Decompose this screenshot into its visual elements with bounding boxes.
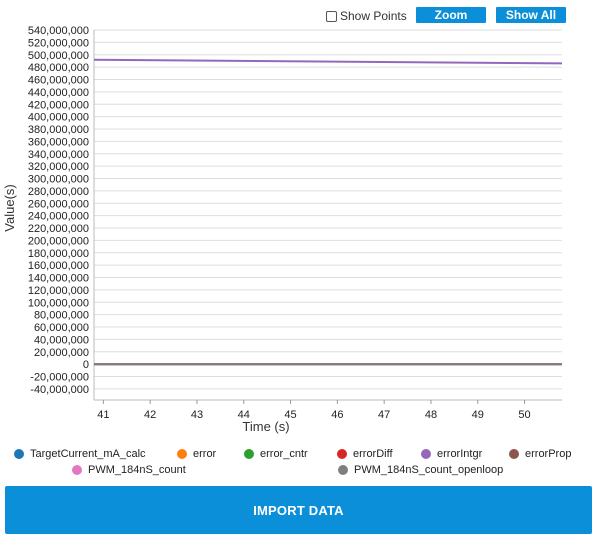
legend-item-errorProp[interactable]: errorProp bbox=[509, 446, 571, 462]
show-all-button[interactable]: Show All bbox=[496, 7, 566, 23]
show-points-label: Show Points bbox=[340, 9, 407, 23]
y-axis-label: Value(s) bbox=[2, 184, 17, 231]
y-tick-label: 420,000,000 bbox=[28, 99, 89, 111]
y-tick-label: 500,000,000 bbox=[28, 50, 89, 62]
legend-swatch bbox=[421, 449, 431, 459]
y-tick-label: 400,000,000 bbox=[28, 112, 89, 124]
legend-item-PWM_184nS_count[interactable]: PWM_184nS_count bbox=[72, 462, 186, 478]
y-tick-label: 280,000,000 bbox=[28, 186, 89, 198]
y-tick-label: 20,000,000 bbox=[34, 347, 89, 359]
series-lines bbox=[93, 58, 563, 366]
series-line-errorIntgr bbox=[93, 58, 563, 65]
y-tick-label: -40,000,000 bbox=[30, 384, 89, 396]
legend-item-error[interactable]: error bbox=[177, 446, 216, 462]
y-tick-label: 380,000,000 bbox=[28, 124, 89, 136]
legend-item-errorDiff[interactable]: errorDiff bbox=[337, 446, 393, 462]
legend-label: error bbox=[193, 448, 217, 460]
legend-swatch bbox=[509, 449, 519, 459]
x-tick-label: 47 bbox=[378, 409, 390, 421]
x-tick-label: 49 bbox=[472, 409, 484, 421]
y-tick-label: 520,000,000 bbox=[28, 37, 89, 49]
legend-item-error_cntr[interactable]: error_cntr bbox=[244, 446, 308, 462]
import-data-button[interactable]: IMPORT DATA bbox=[5, 486, 592, 534]
y-tick-label: 40,000,000 bbox=[34, 334, 89, 346]
zoom-button[interactable]: Zoom bbox=[416, 7, 486, 23]
y-tick-label: 220,000,000 bbox=[28, 223, 89, 235]
legend-swatch bbox=[244, 449, 254, 459]
chart-legend: TargetCurrent_mA_calc error error_cntr erro… bbox=[0, 444, 596, 478]
y-tick-label: 340,000,000 bbox=[28, 149, 89, 161]
y-tick-label: 440,000,000 bbox=[28, 87, 89, 99]
legend-swatch bbox=[177, 449, 187, 459]
line-chart[interactable]: 540,000,000520,000,000500,000,000480,000… bbox=[0, 24, 596, 444]
y-tick-label: 260,000,000 bbox=[28, 198, 89, 210]
legend-swatch bbox=[337, 449, 347, 459]
y-tick-label: 120,000,000 bbox=[28, 285, 89, 297]
legend-label: PWM_184nS_count_openloop bbox=[354, 464, 504, 476]
grid-lines bbox=[93, 29, 562, 401]
y-tick-label: 100,000,000 bbox=[28, 297, 89, 309]
y-tick-label: 300,000,000 bbox=[28, 174, 89, 186]
y-tick-label: 80,000,000 bbox=[34, 310, 89, 322]
y-tick-label: 140,000,000 bbox=[28, 273, 89, 285]
y-tick-label: -20,000,000 bbox=[30, 372, 89, 384]
legend-label: TargetCurrent_mA_calc bbox=[30, 448, 146, 460]
legend-label: errorIntgr bbox=[437, 448, 483, 460]
legend-label: errorProp bbox=[525, 448, 572, 460]
y-tick-label: 60,000,000 bbox=[34, 322, 89, 334]
legend-label: errorDiff bbox=[353, 448, 393, 460]
legend-label: error_cntr bbox=[260, 448, 308, 460]
x-axis-label: Time (s) bbox=[242, 419, 289, 434]
y-tick-label: 180,000,000 bbox=[28, 248, 89, 260]
show-points-toggle[interactable]: Show Points bbox=[326, 7, 407, 25]
x-axis-ticks: 41 42 43 44 45 46 47 48 49 50 bbox=[97, 400, 531, 421]
legend-swatch bbox=[72, 465, 82, 475]
legend-item-PWM_184nS_count_openloop[interactable]: PWM_184nS_count_openloop bbox=[338, 462, 503, 478]
x-tick-label: 48 bbox=[425, 409, 437, 421]
y-tick-label: 460,000,000 bbox=[28, 75, 89, 87]
x-tick-label: 43 bbox=[191, 409, 203, 421]
y-tick-label: 320,000,000 bbox=[28, 161, 89, 173]
y-tick-label: 480,000,000 bbox=[28, 62, 89, 74]
y-tick-label: 240,000,000 bbox=[28, 211, 89, 223]
x-tick-label: 50 bbox=[518, 409, 530, 421]
legend-label: PWM_184nS_count bbox=[88, 464, 186, 476]
legend-swatch bbox=[338, 465, 348, 475]
y-tick-label: 360,000,000 bbox=[28, 136, 89, 148]
show-points-checkbox[interactable] bbox=[326, 10, 337, 22]
x-tick-label: 41 bbox=[97, 409, 109, 421]
y-tick-label: 0 bbox=[83, 359, 89, 371]
y-tick-label: 540,000,000 bbox=[28, 25, 89, 37]
x-tick-label: 42 bbox=[144, 409, 156, 421]
x-tick-label: 46 bbox=[331, 409, 343, 421]
y-tick-label: 160,000,000 bbox=[28, 260, 89, 272]
y-tick-label: 200,000,000 bbox=[28, 235, 89, 247]
legend-item-errorIntgr[interactable]: errorIntgr bbox=[421, 446, 482, 462]
legend-swatch bbox=[14, 449, 24, 459]
legend-item-TargetCurrent_mA_calc[interactable]: TargetCurrent_mA_calc bbox=[14, 446, 146, 462]
y-axis-ticks: 540,000,000520,000,000500,000,000480,000… bbox=[28, 25, 89, 396]
